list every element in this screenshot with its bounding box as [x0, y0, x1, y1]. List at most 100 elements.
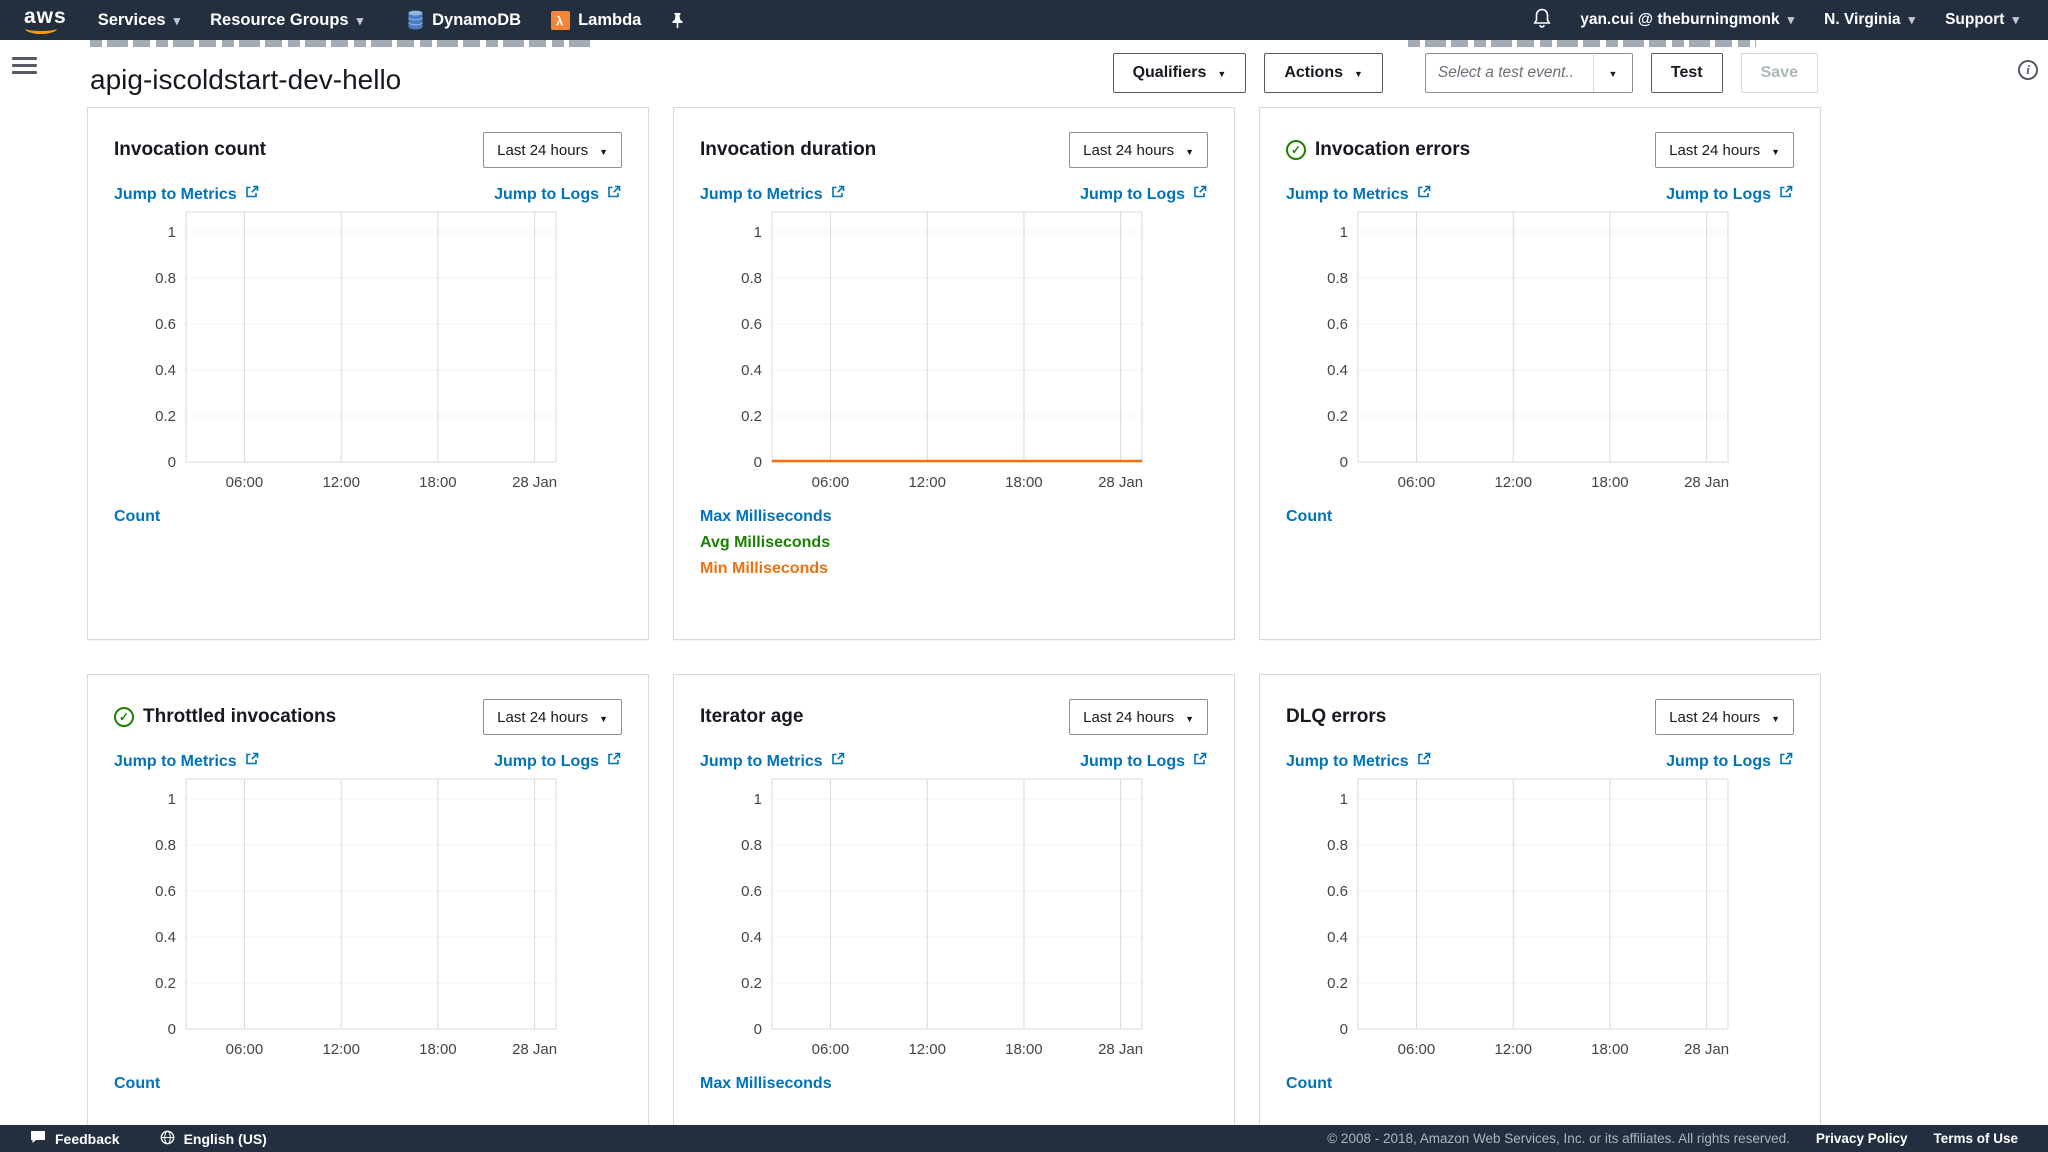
svg-text:28 Jan: 28 Jan — [512, 474, 557, 491]
legend-item[interactable]: Max Milliseconds — [700, 508, 1208, 526]
chevron-down-icon — [1771, 142, 1780, 159]
chevron-down-icon — [1185, 142, 1194, 159]
time-range-label: Last 24 hours — [497, 142, 588, 159]
jump-to-metrics-link[interactable]: Jump to Metrics — [114, 751, 260, 772]
svg-text:0.8: 0.8 — [1327, 837, 1348, 854]
info-icon[interactable] — [2018, 60, 2038, 80]
svg-text:06:00: 06:00 — [1398, 1041, 1436, 1058]
jump-to-logs-label: Jump to Logs — [494, 186, 599, 204]
qualifiers-button[interactable]: Qualifiers — [1113, 53, 1247, 93]
time-range-dropdown[interactable]: Last 24 hours — [483, 699, 622, 735]
time-range-label: Last 24 hours — [1669, 142, 1760, 159]
time-range-dropdown[interactable]: Last 24 hours — [483, 132, 622, 168]
chevron-down-icon — [1593, 54, 1632, 92]
metric-card-links: Jump to Metrics Jump to Logs — [700, 184, 1208, 205]
legend-item[interactable]: Count — [114, 1075, 622, 1093]
hamburger-menu-icon[interactable] — [12, 53, 37, 78]
chart-canvas: 10.80.60.40.2006:0012:0018:0028 Jan — [700, 774, 1210, 1066]
metric-card-title: Invocation count — [114, 139, 266, 161]
jump-to-metrics-label: Jump to Metrics — [700, 753, 823, 771]
legend-item[interactable]: Count — [114, 508, 622, 526]
chart-canvas: 10.80.60.40.2006:0012:0018:0028 Jan — [114, 207, 624, 499]
legend-item[interactable]: Count — [1286, 508, 1794, 526]
chart-legend: Count — [114, 508, 622, 526]
jump-to-logs-link[interactable]: Jump to Logs — [1666, 184, 1794, 205]
function-toolbar: Qualifiers Actions Select a test event..… — [1113, 53, 1818, 93]
services-menu-label: Services — [98, 11, 166, 30]
language-selector[interactable]: English (US) — [160, 1130, 267, 1148]
metric-chart: 10.80.60.40.2006:0012:0018:0028 Jan — [114, 774, 622, 1071]
feedback-button[interactable]: Feedback — [30, 1130, 120, 1147]
aws-console-topnav: aws Services Resource Groups DynamoDB λ … — [0, 0, 2048, 40]
svg-text:0.6: 0.6 — [741, 316, 762, 333]
svg-text:06:00: 06:00 — [812, 474, 850, 491]
test-event-select[interactable]: Select a test event.. — [1425, 53, 1633, 93]
time-range-dropdown[interactable]: Last 24 hours — [1069, 132, 1208, 168]
region-menu[interactable]: N. Virginia — [1809, 0, 1930, 40]
svg-text:0.2: 0.2 — [1327, 408, 1348, 425]
jump-to-logs-link[interactable]: Jump to Logs — [1666, 751, 1794, 772]
pin-shortcuts-button[interactable] — [656, 0, 699, 40]
nav-shortcut-lambda[interactable]: λ Lambda — [536, 0, 656, 40]
jump-to-metrics-link[interactable]: Jump to Metrics — [114, 184, 260, 205]
legend-item[interactable]: Min Milliseconds — [700, 560, 1208, 578]
jump-to-logs-label: Jump to Logs — [494, 753, 599, 771]
jump-to-metrics-label: Jump to Metrics — [114, 753, 237, 771]
actions-button[interactable]: Actions — [1264, 53, 1383, 93]
svg-text:06:00: 06:00 — [1398, 474, 1436, 491]
resource-groups-menu[interactable]: Resource Groups — [195, 0, 378, 40]
jump-to-logs-label: Jump to Logs — [1080, 186, 1185, 204]
svg-text:18:00: 18:00 — [1591, 474, 1629, 491]
external-link-icon — [606, 751, 622, 772]
jump-to-metrics-link[interactable]: Jump to Metrics — [1286, 751, 1432, 772]
time-range-dropdown[interactable]: Last 24 hours — [1069, 699, 1208, 735]
qualifiers-button-label: Qualifiers — [1133, 64, 1207, 82]
support-menu[interactable]: Support — [1930, 0, 2034, 40]
metric-chart: 10.80.60.40.2006:0012:0018:0028 Jan — [114, 207, 622, 504]
feedback-label: Feedback — [55, 1131, 120, 1147]
chevron-down-icon — [1909, 11, 1916, 29]
jump-to-logs-link[interactable]: Jump to Logs — [494, 751, 622, 772]
metric-card-title: DLQ errors — [1286, 706, 1386, 728]
svg-text:0.6: 0.6 — [155, 883, 176, 900]
svg-text:0.4: 0.4 — [741, 929, 762, 946]
metric-card: Throttled invocations Last 24 hours Jump… — [87, 674, 649, 1125]
jump-to-metrics-link[interactable]: Jump to Metrics — [700, 184, 846, 205]
jump-to-metrics-link[interactable]: Jump to Metrics — [1286, 184, 1432, 205]
chevron-down-icon — [599, 142, 608, 159]
services-menu[interactable]: Services — [83, 0, 195, 40]
external-link-icon — [1192, 184, 1208, 205]
legend-item[interactable]: Max Milliseconds — [700, 1075, 1208, 1093]
time-range-label: Last 24 hours — [1669, 709, 1760, 726]
metric-card-head: Throttled invocations Last 24 hours — [114, 699, 622, 735]
svg-text:1: 1 — [1340, 791, 1348, 808]
chart-canvas: 10.80.60.40.2006:0012:0018:0028 Jan — [1286, 774, 1796, 1066]
aws-logo[interactable]: aws — [14, 5, 83, 36]
account-menu[interactable]: yan.cui @ theburningmonk — [1565, 0, 1809, 40]
external-link-icon — [830, 184, 846, 205]
test-button[interactable]: Test — [1651, 53, 1723, 93]
topnav-right: yan.cui @ theburningmonk N. Virginia Sup… — [1519, 0, 2034, 40]
pin-icon — [671, 12, 684, 29]
save-button[interactable]: Save — [1741, 53, 1818, 93]
jump-to-logs-link[interactable]: Jump to Logs — [494, 184, 622, 205]
jump-to-logs-link[interactable]: Jump to Logs — [1080, 184, 1208, 205]
svg-text:0: 0 — [754, 1021, 762, 1038]
jump-to-metrics-label: Jump to Metrics — [700, 186, 823, 204]
jump-to-metrics-link[interactable]: Jump to Metrics — [700, 751, 846, 772]
jump-to-logs-link[interactable]: Jump to Logs — [1080, 751, 1208, 772]
nav-shortcut-label: Lambda — [578, 11, 641, 30]
external-link-icon — [1778, 184, 1794, 205]
metric-card-links: Jump to Metrics Jump to Logs — [114, 751, 622, 772]
time-range-dropdown[interactable]: Last 24 hours — [1655, 132, 1794, 168]
nav-shortcut-dynamodb[interactable]: DynamoDB — [392, 0, 536, 40]
jump-to-logs-label: Jump to Logs — [1080, 753, 1185, 771]
terms-of-use-link[interactable]: Terms of Use — [1933, 1131, 2018, 1146]
privacy-policy-link[interactable]: Privacy Policy — [1816, 1131, 1908, 1146]
legend-item[interactable]: Avg Milliseconds — [700, 534, 1208, 552]
legend-item[interactable]: Count — [1286, 1075, 1794, 1093]
time-range-dropdown[interactable]: Last 24 hours — [1655, 699, 1794, 735]
svg-text:λ: λ — [556, 13, 564, 28]
metric-chart: 10.80.60.40.2006:0012:0018:0028 Jan — [1286, 774, 1794, 1071]
notifications-button[interactable] — [1519, 8, 1565, 33]
